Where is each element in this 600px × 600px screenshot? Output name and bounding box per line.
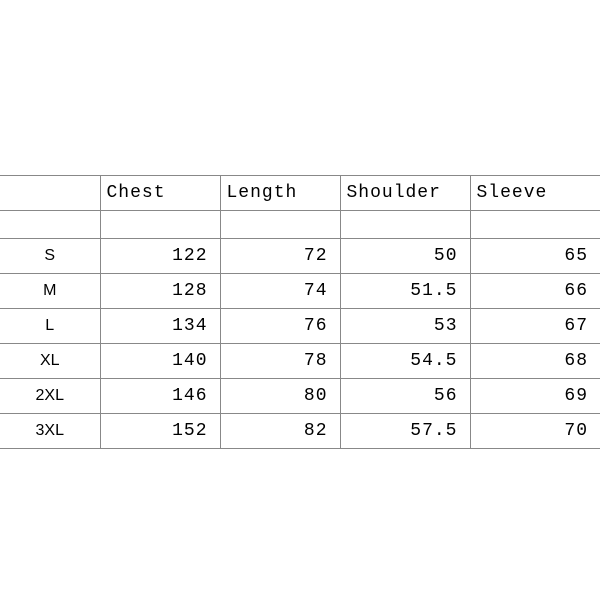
cell-shoulder: 54.5 xyxy=(340,344,470,379)
cell-size: 2XL xyxy=(0,379,100,414)
cell-chest: 128 xyxy=(100,274,220,309)
cell-length: 76 xyxy=(220,309,340,344)
table-header-row: Chest Length Shoulder Sleeve xyxy=(0,176,600,211)
cell-sleeve: 66 xyxy=(470,274,600,309)
table-row: L 134 76 53 67 xyxy=(0,309,600,344)
cell-length: 72 xyxy=(220,239,340,274)
cell-chest: 146 xyxy=(100,379,220,414)
cell-size: 3XL xyxy=(0,414,100,449)
spacer-row xyxy=(0,211,600,239)
header-chest: Chest xyxy=(100,176,220,211)
table-row: M 128 74 51.5 66 xyxy=(0,274,600,309)
cell-chest: 140 xyxy=(100,344,220,379)
header-length: Length xyxy=(220,176,340,211)
cell-chest: 134 xyxy=(100,309,220,344)
cell-shoulder: 51.5 xyxy=(340,274,470,309)
table-row: S 122 72 50 65 xyxy=(0,239,600,274)
cell-shoulder: 50 xyxy=(340,239,470,274)
table-row: 3XL 152 82 57.5 70 xyxy=(0,414,600,449)
cell-length: 78 xyxy=(220,344,340,379)
cell-shoulder: 53 xyxy=(340,309,470,344)
cell-shoulder: 56 xyxy=(340,379,470,414)
cell-chest: 152 xyxy=(100,414,220,449)
cell-length: 82 xyxy=(220,414,340,449)
table: Chest Length Shoulder Sleeve S 122 72 50… xyxy=(0,175,600,449)
cell-size: S xyxy=(0,239,100,274)
cell-shoulder: 57.5 xyxy=(340,414,470,449)
cell-sleeve: 67 xyxy=(470,309,600,344)
table-row: 2XL 146 80 56 69 xyxy=(0,379,600,414)
header-size xyxy=(0,176,100,211)
table-row: XL 140 78 54.5 68 xyxy=(0,344,600,379)
cell-size: M xyxy=(0,274,100,309)
header-shoulder: Shoulder xyxy=(340,176,470,211)
cell-sleeve: 68 xyxy=(470,344,600,379)
cell-sleeve: 70 xyxy=(470,414,600,449)
cell-sleeve: 69 xyxy=(470,379,600,414)
cell-sleeve: 65 xyxy=(470,239,600,274)
cell-length: 80 xyxy=(220,379,340,414)
size-chart-table: Chest Length Shoulder Sleeve S 122 72 50… xyxy=(0,175,600,449)
header-sleeve: Sleeve xyxy=(470,176,600,211)
cell-size: L xyxy=(0,309,100,344)
cell-length: 74 xyxy=(220,274,340,309)
cell-size: XL xyxy=(0,344,100,379)
cell-chest: 122 xyxy=(100,239,220,274)
